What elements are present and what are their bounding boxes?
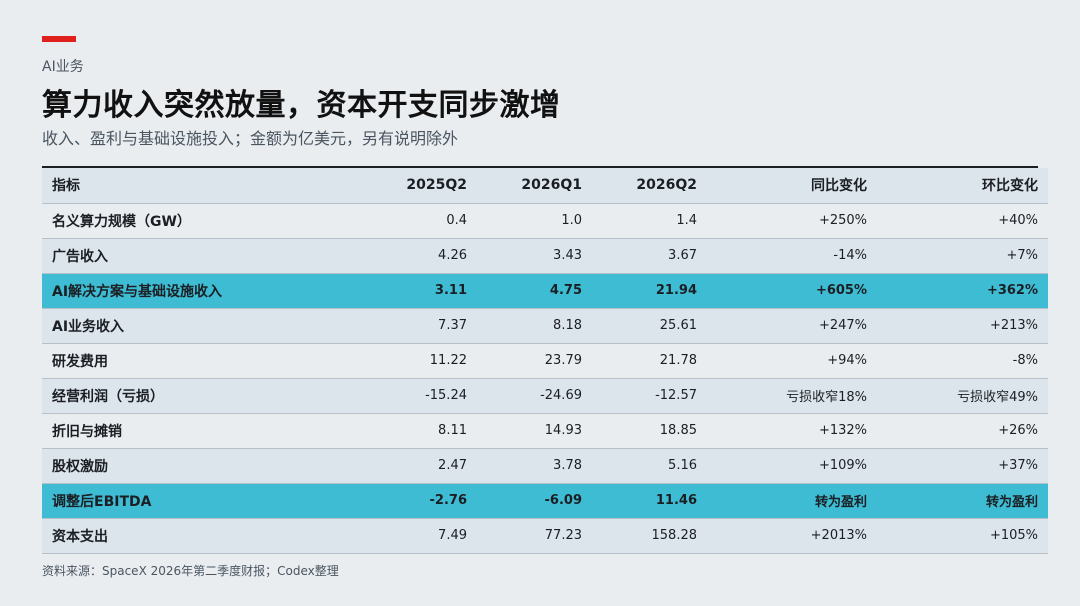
cell-2026q1: 23.79 <box>544 353 582 368</box>
row-label: 资本支出 <box>52 528 108 545</box>
column-header-metric: 指标 <box>52 178 80 195</box>
cell-qoq: +213% <box>989 318 1038 333</box>
cell-yoy: +605% <box>815 283 867 298</box>
row-label: 股权激励 <box>52 458 108 475</box>
cell-yoy: +250% <box>818 213 867 228</box>
cell-yoy: +132% <box>818 423 867 438</box>
cell-yoy: 转为盈利 <box>814 495 867 510</box>
cell-2026q2: 18.85 <box>659 423 697 438</box>
row-label: 调整后EBITDA <box>52 493 152 510</box>
column-header-2025q2: 2025Q2 <box>406 177 467 194</box>
source-note: 资料来源：SpaceX 2026年第二季度财报；Codex整理 <box>42 564 339 578</box>
table-row-highlighted: 调整后EBITDA -2.76 -6.09 11.46 转为盈利 转为盈利 <box>42 483 1048 518</box>
row-label: AI解决方案与基础设施收入 <box>52 283 223 300</box>
cell-2026q2: 1.4 <box>676 213 697 228</box>
cell-2025q2: 11.22 <box>429 353 467 368</box>
cell-yoy: +109% <box>818 458 867 473</box>
cell-qoq: +37% <box>998 458 1038 473</box>
cell-2025q2: 7.37 <box>438 318 467 333</box>
cell-2026q1: 8.18 <box>553 318 582 333</box>
cell-qoq: +105% <box>989 528 1038 543</box>
cell-2025q2: -2.76 <box>429 493 467 508</box>
cell-2026q2: 158.28 <box>651 528 698 543</box>
cell-2026q2: -12.57 <box>655 388 697 403</box>
page-subtitle: 收入、盈利与基础设施投入；金额为亿美元，另有说明除外 <box>42 129 459 148</box>
cell-2026q1: 3.78 <box>553 458 582 473</box>
cell-2026q2: 5.16 <box>668 458 697 473</box>
accent-bar <box>42 36 76 42</box>
cell-qoq: 亏损收窄49% <box>957 390 1038 405</box>
cell-yoy: +94% <box>827 353 867 368</box>
row-label: 经营利润（亏损） <box>52 388 164 405</box>
cell-2026q2: 25.61 <box>659 318 697 333</box>
row-label: 广告收入 <box>52 248 108 265</box>
cell-2026q1: 3.43 <box>553 248 582 263</box>
cell-2025q2: 0.4 <box>446 213 467 228</box>
cell-2026q1: 1.0 <box>561 213 582 228</box>
cell-2025q2: -15.24 <box>425 388 467 403</box>
cell-2025q2: 8.11 <box>438 423 467 438</box>
row-label: 折旧与摊销 <box>52 423 122 440</box>
table-row: 经营利润（亏损） -15.24 -24.69 -12.57 亏损收窄18% 亏损… <box>42 378 1048 413</box>
cell-2026q1: -6.09 <box>544 493 582 508</box>
table-row: AI业务收入 7.37 8.18 25.61 +247% +213% <box>42 308 1048 343</box>
table-row: 名义算力规模（GW） 0.4 1.0 1.4 +250% +40% <box>42 203 1048 238</box>
cell-2026q1: 77.23 <box>544 528 582 543</box>
cell-2025q2: 4.26 <box>438 248 467 263</box>
table-row: 研发费用 11.22 23.79 21.78 +94% -8% <box>42 343 1048 378</box>
cell-yoy: 亏损收窄18% <box>786 390 867 405</box>
cell-2026q1: 4.75 <box>549 283 582 298</box>
cell-yoy: +247% <box>818 318 867 333</box>
column-header-2026q1: 2026Q1 <box>521 177 582 194</box>
table-row: 股权激励 2.47 3.78 5.16 +109% +37% <box>42 448 1048 483</box>
column-header-2026q2: 2026Q2 <box>636 177 697 194</box>
table-row: 折旧与摊销 8.11 14.93 18.85 +132% +26% <box>42 413 1048 448</box>
table-row: 广告收入 4.26 3.43 3.67 -14% +7% <box>42 238 1048 273</box>
metrics-table-container: 指标 2025Q2 2026Q1 2026Q2 同比变化 环比变化 名义算力规模… <box>42 166 1048 554</box>
cell-2026q2: 3.67 <box>668 248 697 263</box>
table-row: 资本支出 7.49 77.23 158.28 +2013% +105% <box>42 518 1048 553</box>
table-row-highlighted: AI解决方案与基础设施收入 3.11 4.75 21.94 +605% +362… <box>42 273 1048 308</box>
cell-2025q2: 7.49 <box>438 528 467 543</box>
cell-qoq: -8% <box>1012 353 1038 368</box>
cell-qoq: +362% <box>986 283 1038 298</box>
table-header-row: 指标 2025Q2 2026Q1 2026Q2 同比变化 环比变化 <box>42 168 1048 203</box>
row-label: AI业务收入 <box>52 318 125 335</box>
cell-qoq: +40% <box>998 213 1038 228</box>
column-header-qoq: 环比变化 <box>982 178 1038 195</box>
cell-2026q2: 21.94 <box>655 283 697 298</box>
cell-yoy: +2013% <box>810 528 867 543</box>
row-label: 名义算力规模（GW） <box>52 213 191 230</box>
cell-qoq: +26% <box>998 423 1038 438</box>
cell-2025q2: 3.11 <box>434 283 467 298</box>
cell-2026q1: 14.93 <box>544 423 582 438</box>
cell-qoq: +7% <box>1006 248 1038 263</box>
row-label: 研发费用 <box>52 353 108 370</box>
cell-2026q2: 11.46 <box>655 493 697 508</box>
section-kicker: AI业务 <box>42 59 84 75</box>
page-title: 算力收入突然放量，资本开支同步激增 <box>42 88 561 123</box>
cell-2026q2: 21.78 <box>659 353 697 368</box>
cell-2025q2: 2.47 <box>438 458 467 473</box>
cell-qoq: 转为盈利 <box>985 495 1038 510</box>
column-header-yoy: 同比变化 <box>811 178 867 195</box>
cell-2026q1: -24.69 <box>540 388 582 403</box>
cell-yoy: -14% <box>833 248 867 263</box>
metrics-table: 指标 2025Q2 2026Q1 2026Q2 同比变化 环比变化 名义算力规模… <box>42 168 1048 554</box>
